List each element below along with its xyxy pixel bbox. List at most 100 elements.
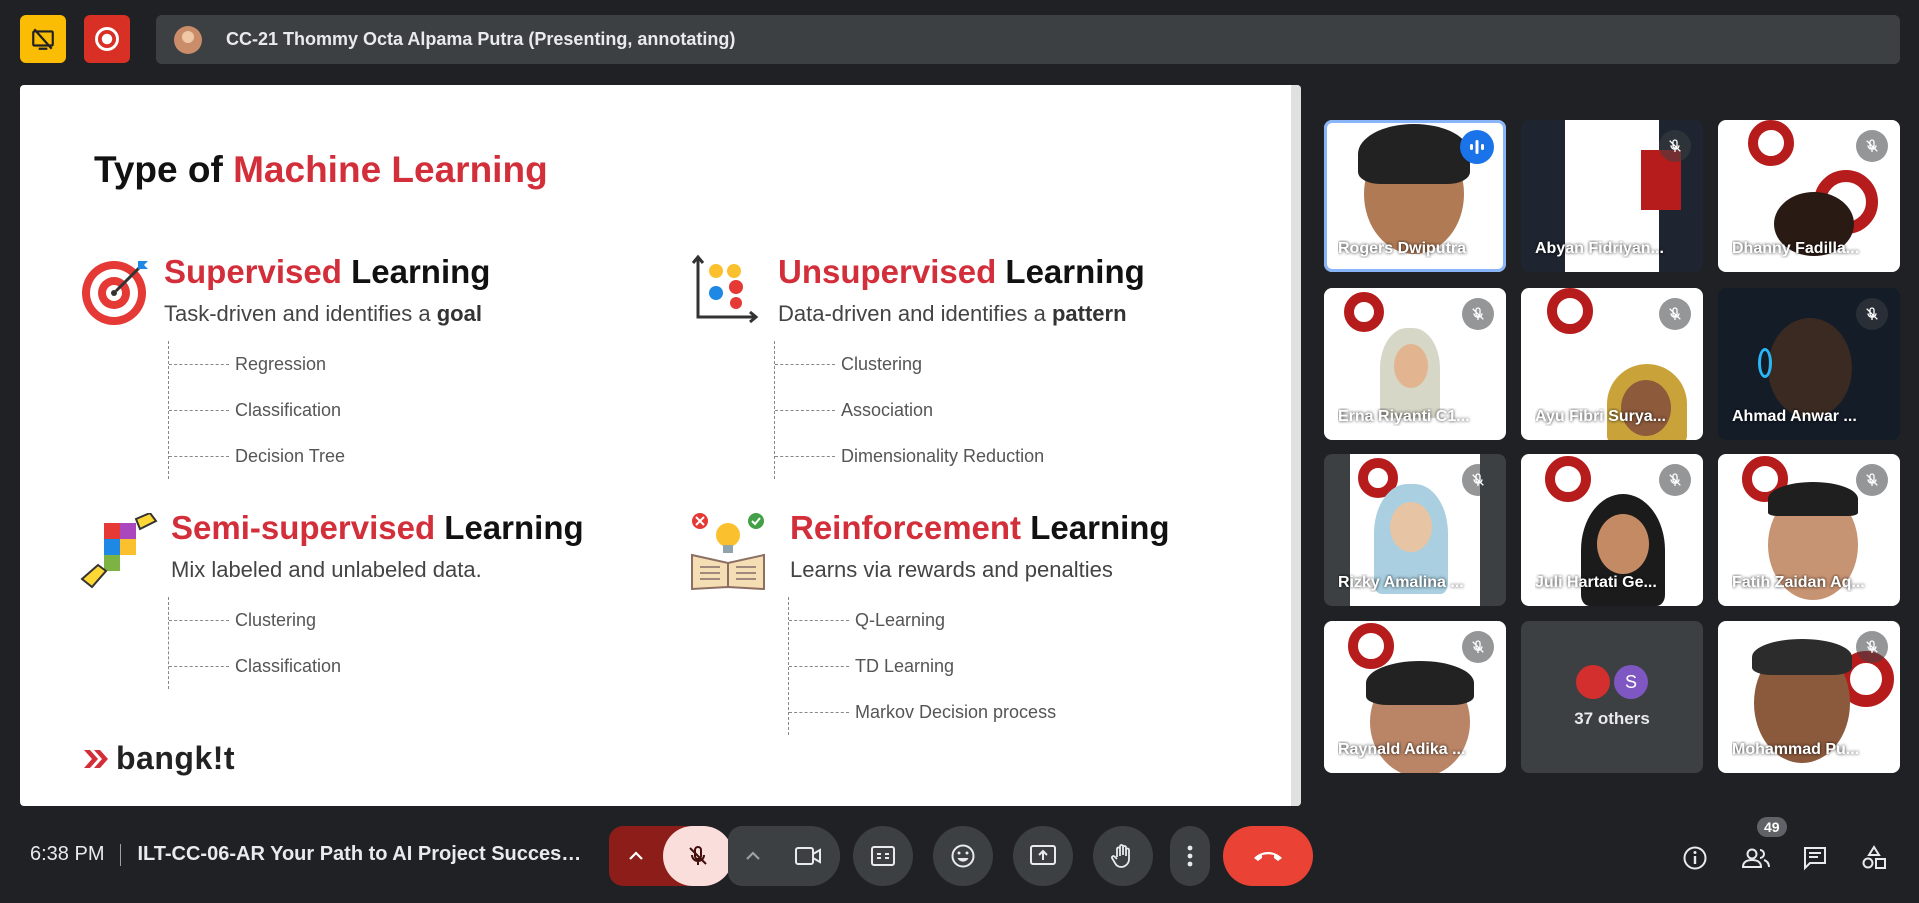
- camera-control-group: [728, 826, 840, 886]
- participant-tile[interactable]: Dhanny Fadilla...: [1718, 120, 1900, 272]
- bangkit-logo-mark-icon: [84, 749, 108, 768]
- quadrant-semi-supervised: Semi-supervised Learning Mix labeled and…: [168, 509, 584, 689]
- tree-item: Classification: [169, 643, 584, 689]
- mic-off-icon: [1659, 464, 1691, 496]
- quadrant-description: Mix labeled and unlabeled data.: [171, 557, 482, 582]
- quadrant-heading: Reinforcement Learning: [790, 509, 1170, 546]
- tree-item: Decision Tree: [169, 433, 490, 479]
- meeting-info: 6:38 PM ILT-CC-06-AR Your Path to AI Pro…: [30, 843, 587, 866]
- participant-tile[interactable]: Mohammad Pu...: [1718, 621, 1900, 773]
- tree-item: Association: [775, 387, 1145, 433]
- meeting-title[interactable]: ILT-CC-06-AR Your Path to AI Project Suc…: [137, 843, 587, 866]
- present-off-icon: [32, 28, 54, 50]
- puzzle-hands-icon: [80, 513, 158, 589]
- others-count: 37 others: [1574, 709, 1650, 728]
- open-book-idea-icon: [691, 513, 765, 591]
- chat-button[interactable]: [1797, 840, 1833, 876]
- more-options-button[interactable]: [1170, 826, 1210, 886]
- participant-name: Raynald Adika ...: [1338, 741, 1466, 758]
- participant-tile[interactable]: Rizky Amalina ...: [1324, 454, 1506, 606]
- tree-item: TD Learning: [789, 643, 1170, 689]
- quadrant-heading: Unsupervised Learning: [778, 253, 1145, 290]
- audio-options-button[interactable]: [609, 826, 663, 886]
- others-tile[interactable]: S 37 others: [1521, 621, 1703, 773]
- people-icon: [1741, 848, 1770, 868]
- participant-tile[interactable]: Ahmad Anwar ...: [1718, 288, 1900, 440]
- avatar: S: [1614, 665, 1648, 699]
- participant-tile[interactable]: Juli Hartati Ge...: [1521, 454, 1703, 606]
- quadrant-supervised: Supervised Learning Task-driven and iden…: [164, 253, 490, 479]
- quadrant-unsupervised: Unsupervised Learning Data-driven and id…: [774, 253, 1145, 479]
- presenter-avatar: [174, 25, 202, 54]
- tree-item: Markov Decision process: [789, 689, 1170, 735]
- recording-indicator[interactable]: [84, 15, 130, 63]
- logo-text: bangk!t: [116, 740, 236, 776]
- mic-off-icon: [1856, 298, 1888, 330]
- participant-name: Rizky Amalina ...: [1338, 574, 1464, 591]
- chevron-up-icon: [629, 851, 643, 860]
- avatar: [1576, 665, 1610, 699]
- mic-off-icon: [689, 845, 707, 865]
- participant-tile[interactable]: Raynald Adika ...: [1324, 621, 1506, 773]
- clock: 6:38 PM: [30, 843, 105, 865]
- quadrant-heading: Supervised Learning: [164, 253, 491, 290]
- chevron-up-icon: [746, 851, 760, 860]
- stop-presenting-button[interactable]: [20, 15, 66, 63]
- quadrant-description: Data-driven and identifies a pattern: [778, 301, 1127, 326]
- participant-tile[interactable]: Abyan Fidriyan...: [1521, 120, 1703, 272]
- quadrant-tree: Q-Learning TD Learning Markov Decision p…: [788, 597, 1170, 735]
- scatter-chart-icon: [691, 254, 759, 324]
- present-screen-icon: [1030, 845, 1056, 865]
- participant-name: Erna Riyanti C1...: [1338, 408, 1470, 425]
- slide-title-highlight: Machine Learning: [233, 149, 548, 190]
- participant-tile[interactable]: Rogers Dwiputra: [1324, 120, 1506, 272]
- mic-toggle-button[interactable]: [663, 826, 733, 886]
- presenter-bar[interactable]: CC-21 Thommy Octa Alpama Putra (Presenti…: [156, 15, 1900, 64]
- participant-name: Abyan Fidriyan...: [1535, 240, 1664, 257]
- presenter-label: CC-21 Thommy Octa Alpama Putra (Presenti…: [226, 29, 736, 49]
- quadrant-tree: Clustering Classification: [168, 597, 584, 689]
- tree-item: Clustering: [169, 597, 584, 643]
- divider: [120, 843, 122, 866]
- tree-item: Q-Learning: [789, 597, 1170, 643]
- people-count-badge: 49: [1757, 817, 1787, 837]
- camera-toggle-button[interactable]: [776, 826, 840, 886]
- mic-off-icon: [1856, 631, 1888, 663]
- mic-off-icon: [1856, 130, 1888, 162]
- chat-icon: [1804, 847, 1826, 871]
- quadrant-reinforcement: Reinforcement Learning Learns via reward…: [788, 509, 1170, 735]
- participant-tile[interactable]: Erna Riyanti C1...: [1324, 288, 1506, 440]
- activities-shapes-icon: [1862, 845, 1886, 869]
- participant-name: Ahmad Anwar ...: [1732, 408, 1857, 425]
- raise-hand-button[interactable]: [1093, 826, 1153, 886]
- video-options-button[interactable]: [728, 826, 778, 886]
- target-icon: [82, 261, 148, 325]
- mic-off-icon: [1462, 631, 1494, 663]
- info-icon: [1683, 846, 1707, 870]
- activities-button[interactable]: [1856, 840, 1892, 876]
- leave-call-button[interactable]: [1223, 826, 1313, 886]
- emoji-icon: [951, 844, 975, 868]
- reactions-button[interactable]: [933, 826, 993, 886]
- captions-button[interactable]: [853, 826, 913, 886]
- tree-item: Dimensionality Reduction: [775, 433, 1145, 479]
- present-screen-button[interactable]: [1013, 826, 1073, 886]
- raise-hand-icon: [1111, 844, 1130, 868]
- end-call-icon: [1254, 852, 1282, 861]
- participant-name: Fatih Zaidan Aq...: [1732, 574, 1865, 591]
- mic-off-icon: [1462, 464, 1494, 496]
- slide-scrollbar[interactable]: [1291, 85, 1301, 806]
- speaking-indicator-icon: [1460, 130, 1494, 164]
- participant-name: Juli Hartati Ge...: [1535, 574, 1657, 591]
- quadrant-tree: Regression Classification Decision Tree: [168, 341, 490, 479]
- participant-name: Mohammad Pu...: [1732, 741, 1860, 758]
- participant-tile[interactable]: Fatih Zaidan Aq...: [1718, 454, 1900, 606]
- participant-tile[interactable]: Ayu Fibri Surya...: [1521, 288, 1703, 440]
- meeting-details-button[interactable]: [1677, 840, 1713, 876]
- quadrant-heading: Semi-supervised Learning: [171, 509, 584, 546]
- record-icon: [95, 27, 119, 51]
- mic-off-icon: [1659, 298, 1691, 330]
- people-button[interactable]: [1738, 840, 1774, 876]
- quadrant-description: Task-driven and identifies a goal: [164, 301, 482, 326]
- mic-off-icon: [1462, 298, 1494, 330]
